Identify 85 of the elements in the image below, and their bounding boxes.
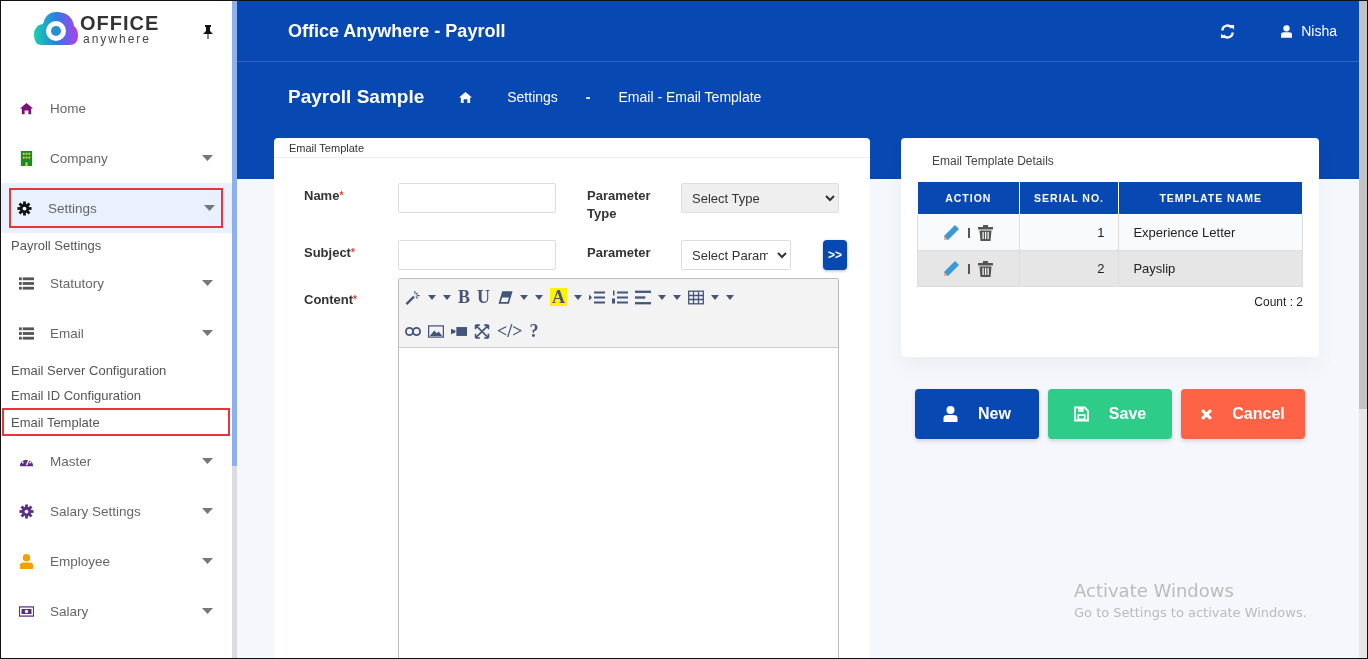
- caret-icon: [202, 458, 213, 464]
- field-label: Parameter: [587, 244, 652, 262]
- trash-icon[interactable]: [978, 224, 994, 241]
- breadcrumb-separator: -: [585, 89, 591, 105]
- field-label: Parameter Type: [587, 187, 652, 223]
- highlight-button[interactable]: A: [550, 288, 567, 306]
- submenu-item[interactable]: Payroll Settings: [1, 233, 232, 258]
- column-header: SERIAL NO.: [1019, 181, 1119, 215]
- building-icon: [19, 150, 34, 166]
- card-title: Email Template: [289, 141, 364, 154]
- wand-icon[interactable]: [405, 289, 421, 305]
- gear-icon: [19, 503, 34, 519]
- money-icon: [19, 603, 34, 619]
- table-cell: 2: [1019, 250, 1119, 287]
- new-button[interactable]: New: [915, 389, 1039, 439]
- activation-message: Go to Settings to activate Windows.: [1074, 605, 1307, 620]
- gear-icon: [17, 200, 32, 216]
- table-cell: 1: [1019, 214, 1119, 251]
- caret-icon[interactable]: [574, 294, 582, 300]
- caret-icon: [202, 558, 213, 564]
- row-count: Count : 2: [1253, 295, 1303, 309]
- caret-icon: [202, 508, 213, 514]
- text-field[interactable]: [398, 183, 556, 213]
- menu-item[interactable]: Salary: [1, 586, 232, 636]
- refresh-icon[interactable]: [1220, 23, 1236, 39]
- card-title: Email Template Details: [932, 154, 1055, 168]
- save-icon: [1073, 406, 1089, 422]
- activation-title: Activate Windows: [1074, 580, 1235, 601]
- page-title: Payroll Sample: [288, 86, 425, 108]
- numbered-list-icon[interactable]: [612, 289, 628, 305]
- trash-icon[interactable]: [978, 260, 994, 277]
- submenu-item[interactable]: Email Template: [2, 408, 230, 436]
- user-icon: [943, 406, 959, 422]
- pencil-icon[interactable]: [943, 224, 961, 241]
- home-icon: [19, 100, 34, 116]
- menu-item[interactable]: Salary Settings: [1, 486, 232, 536]
- menu-item[interactable]: Home: [1, 83, 232, 133]
- app-title: Office Anywhere - Payroll: [288, 20, 507, 42]
- caret-icon: [204, 205, 215, 211]
- align-icon[interactable]: [635, 289, 651, 305]
- eraser-icon[interactable]: [497, 289, 513, 305]
- column-header: ACTION: [917, 181, 1020, 215]
- menu-item[interactable]: Email: [1, 308, 232, 358]
- text-field[interactable]: [398, 240, 556, 270]
- user-icon: [1281, 24, 1293, 38]
- submenu-item[interactable]: Email ID Configuration: [1, 383, 232, 408]
- caret-icon: [202, 330, 213, 336]
- pin-icon[interactable]: [202, 25, 214, 39]
- caret-icon: [202, 280, 213, 286]
- user-icon: [19, 553, 34, 569]
- menu-item[interactable]: Employee: [1, 536, 232, 586]
- field-label: Subject*: [304, 244, 356, 262]
- menu-item[interactable]: Master: [1, 436, 232, 486]
- list-icon: [19, 325, 34, 341]
- rich-text-editor[interactable]: B U A </> ?: [398, 278, 839, 658]
- column-header: TEMPLATE NAME: [1118, 181, 1303, 215]
- toolbar-button[interactable]: ?: [529, 322, 539, 340]
- insert-button[interactable]: >>: [823, 240, 847, 270]
- caret-icon: [202, 155, 213, 161]
- menu-item[interactable]: Statutory: [1, 258, 232, 308]
- fullscreen-icon[interactable]: [474, 323, 490, 339]
- home-icon[interactable]: [458, 90, 474, 104]
- table-icon[interactable]: [688, 289, 704, 305]
- submenu-item[interactable]: Email Server Configuration: [1, 358, 232, 383]
- table-cell: Experience Letter: [1118, 214, 1303, 251]
- breadcrumb-item[interactable]: Settings: [507, 89, 558, 105]
- logo-text: OFFICE: [80, 13, 160, 33]
- field-label: Content*: [304, 291, 358, 309]
- logo-subtitle: anywhere: [83, 33, 153, 46]
- menu-item[interactable]: Settings: [9, 188, 223, 228]
- indent-list-icon[interactable]: [589, 289, 605, 305]
- toolbar-button[interactable]: </>: [497, 322, 523, 340]
- scrollbar[interactable]: [1359, 1, 1367, 658]
- scrollbar[interactable]: [232, 1, 237, 658]
- image-icon[interactable]: [428, 323, 444, 339]
- caret-icon: [202, 608, 213, 614]
- table-cell: Payslip: [1118, 250, 1303, 287]
- user-name[interactable]: Nisha: [1301, 23, 1337, 39]
- toolbar-button[interactable]: B: [458, 288, 470, 306]
- field-label: Name*: [304, 187, 345, 205]
- toolbar-button[interactable]: U: [477, 288, 490, 306]
- menu-item[interactable]: Company: [1, 133, 232, 183]
- breadcrumb-item[interactable]: Email - Email Template: [618, 89, 762, 105]
- list-icon: [19, 275, 34, 291]
- close-icon: [1201, 408, 1213, 420]
